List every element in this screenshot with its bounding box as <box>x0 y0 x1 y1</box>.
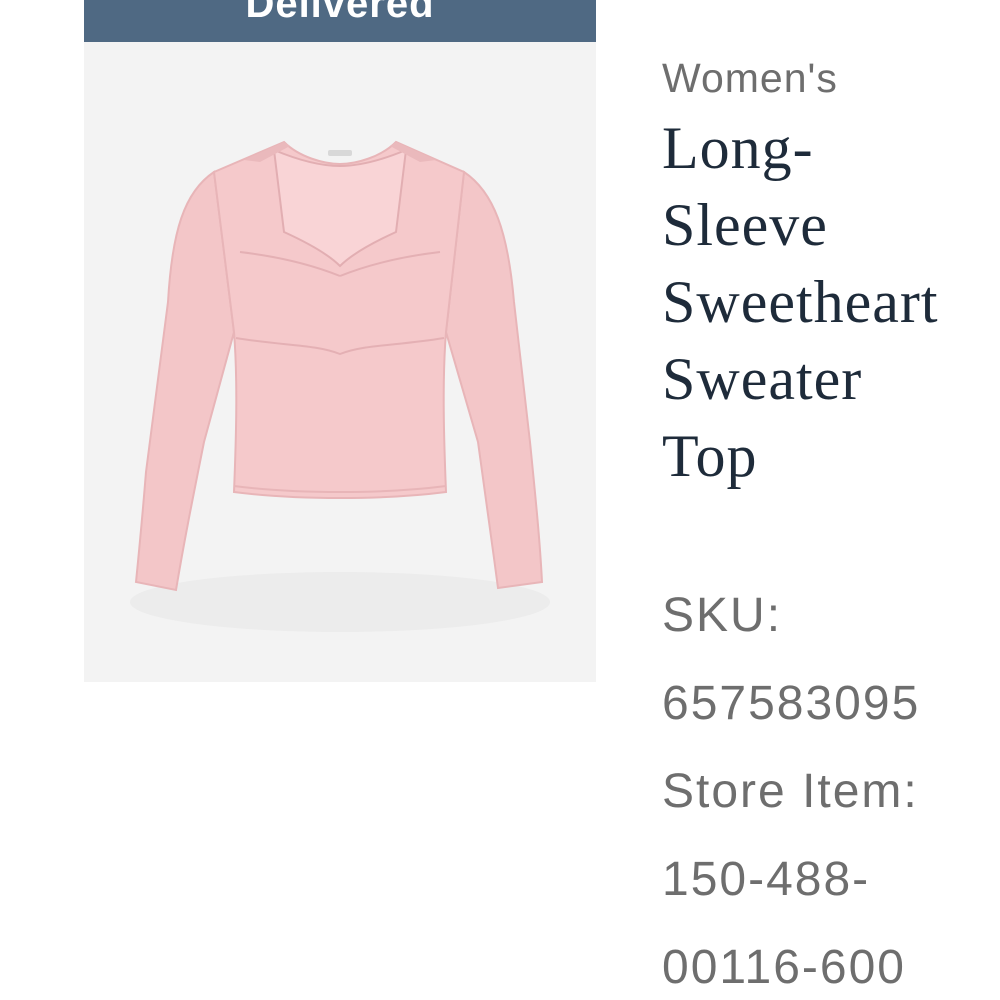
delivery-status-label: Delivered <box>245 0 435 26</box>
store-item-value-line: 150-488- <box>662 853 871 906</box>
delivery-status-banner: Delivered <box>84 0 596 42</box>
product-title-line: Long- <box>662 115 814 181</box>
product-details: Women's Long- Sleeve Sweetheart Sweater … <box>662 0 998 1000</box>
order-item-detail: Delivered Women's Long- Sleeve Sweethear… <box>0 0 1000 1000</box>
pink-sweater-image <box>130 140 550 632</box>
product-title-line: Sweater <box>662 346 863 412</box>
sku-value: 657583095 <box>662 677 921 730</box>
sku-label: SKU: <box>662 589 783 642</box>
product-title-line: Sweetheart <box>662 269 939 335</box>
product-title-line: Sleeve <box>662 192 828 258</box>
product-title[interactable]: Long- Sleeve Sweetheart Sweater Top <box>662 110 992 495</box>
product-meta: SKU: 657583095 Store Item: 150-488- 0011… <box>662 572 998 1000</box>
product-gender: Women's <box>662 55 838 101</box>
store-item-label: Store Item: <box>662 765 919 818</box>
store-item-value-line: 00116-600 <box>662 941 906 994</box>
product-image[interactable] <box>84 42 596 682</box>
product-title-line: Top <box>662 423 758 489</box>
